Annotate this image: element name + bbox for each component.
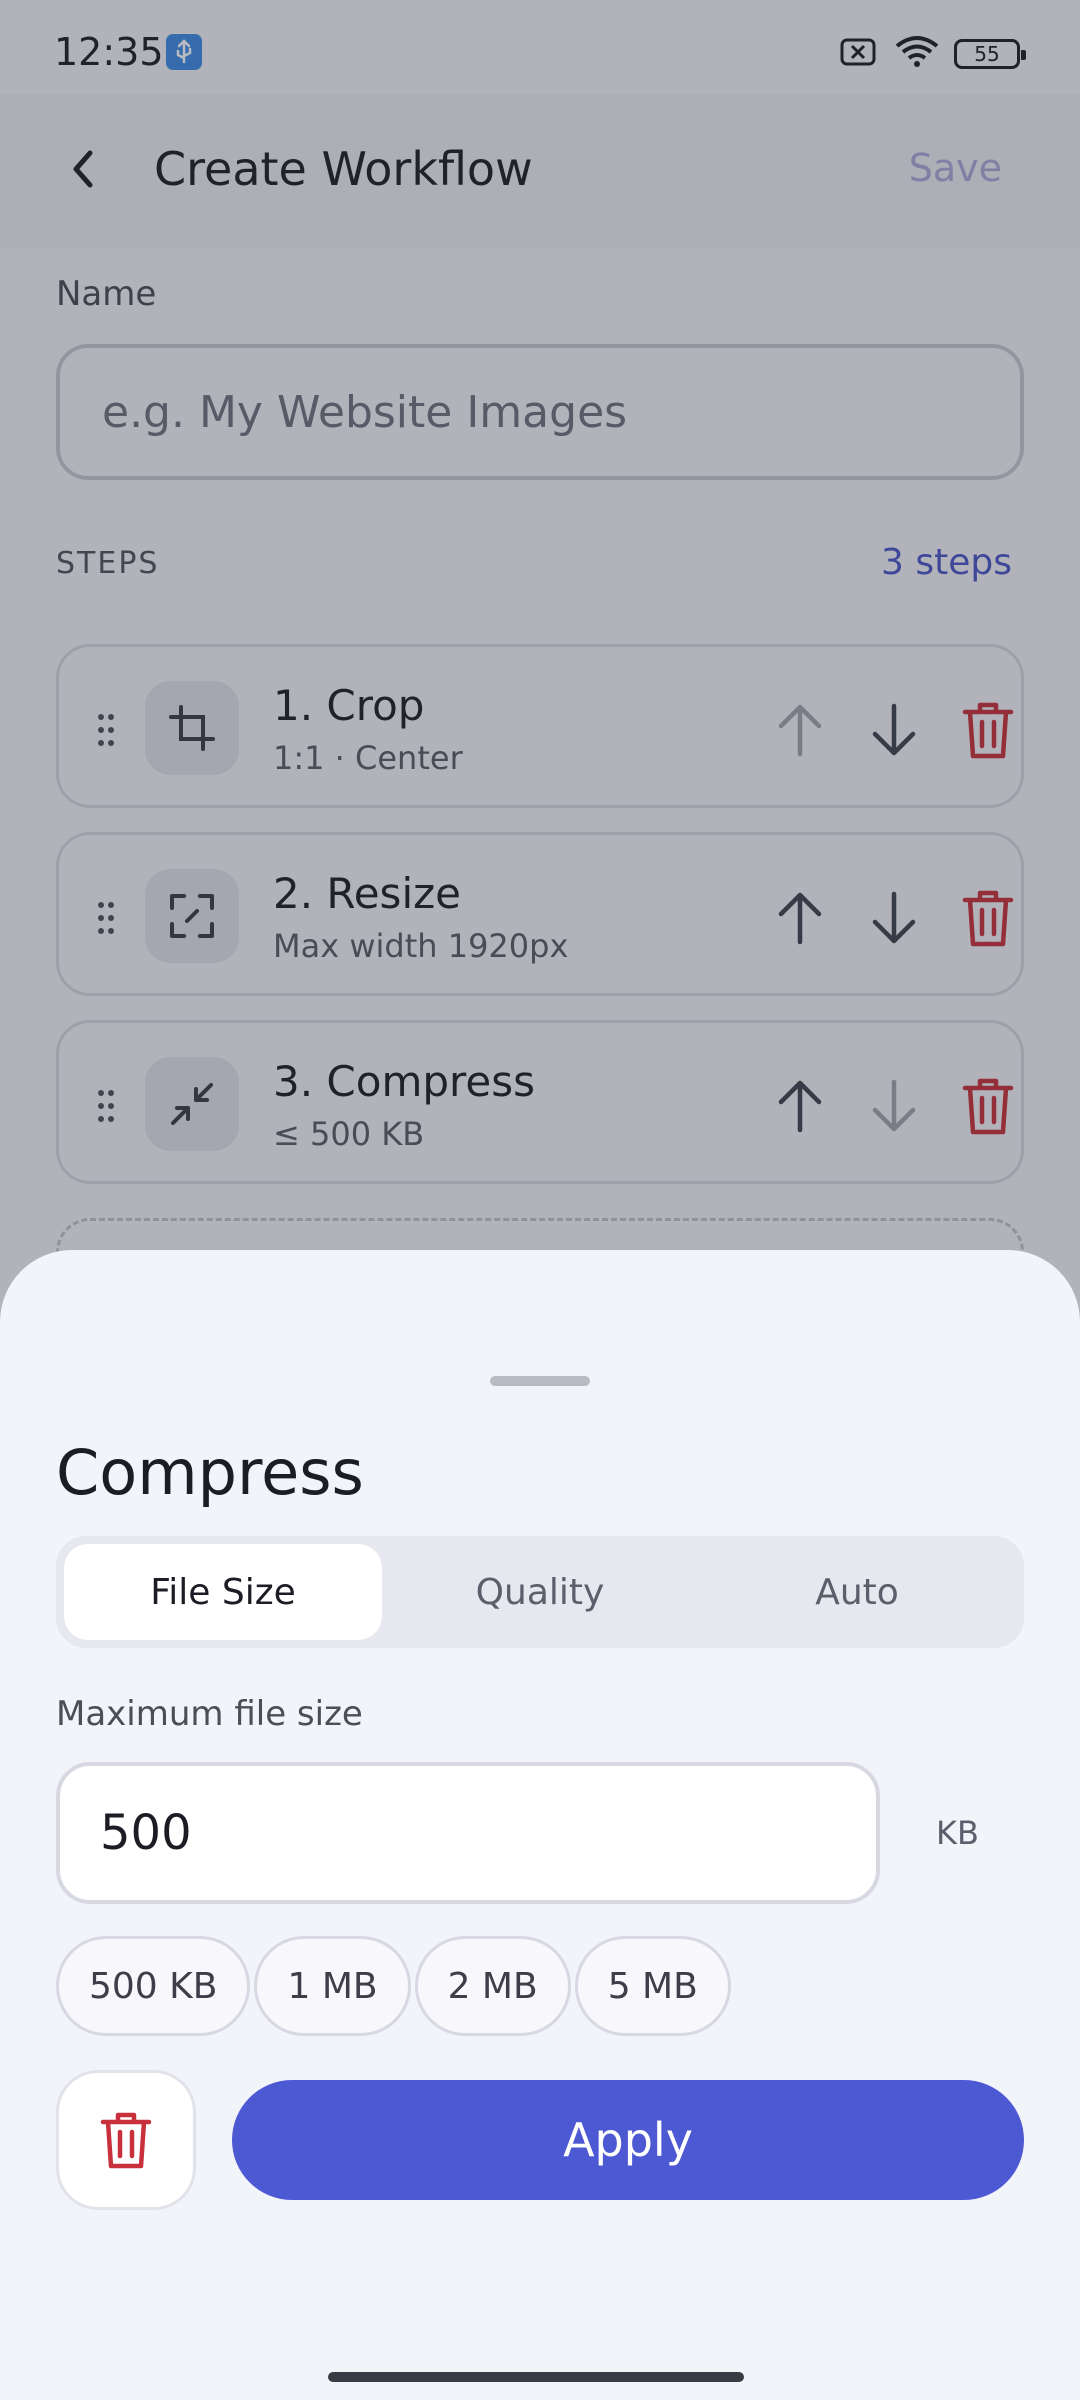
remove-step-button[interactable] <box>56 2070 196 2210</box>
apply-button[interactable]: Apply <box>232 2080 1024 2200</box>
max-file-size-input[interactable]: 500 <box>56 1762 880 1904</box>
preset-chip-2mb[interactable]: 2 MB <box>414 1936 571 2036</box>
home-indicator[interactable] <box>328 2372 744 2382</box>
sheet-title: Compress <box>56 1436 364 1509</box>
max-file-size-label: Maximum file size <box>56 1694 363 1734</box>
compress-mode-tabs: File Size Quality Auto <box>56 1536 1024 1648</box>
preset-chip-500kb[interactable]: 500 KB <box>56 1936 251 2036</box>
preset-chip-1mb[interactable]: 1 MB <box>254 1936 411 2036</box>
sheet-drag-handle[interactable] <box>490 1376 590 1386</box>
trash-icon <box>100 2112 152 2169</box>
tab-quality[interactable]: Quality <box>381 1544 699 1640</box>
tab-file-size[interactable]: File Size <box>64 1544 382 1640</box>
preset-chip-5mb[interactable]: 5 MB <box>574 1936 731 2036</box>
unit-label: KB <box>936 1814 979 1852</box>
compress-bottom-sheet: Compress File Size Quality Auto Maximum … <box>0 1250 1080 2400</box>
size-presets: 500 KB 1 MB 2 MB 5 MB <box>56 1936 731 2036</box>
tab-auto[interactable]: Auto <box>698 1544 1016 1640</box>
